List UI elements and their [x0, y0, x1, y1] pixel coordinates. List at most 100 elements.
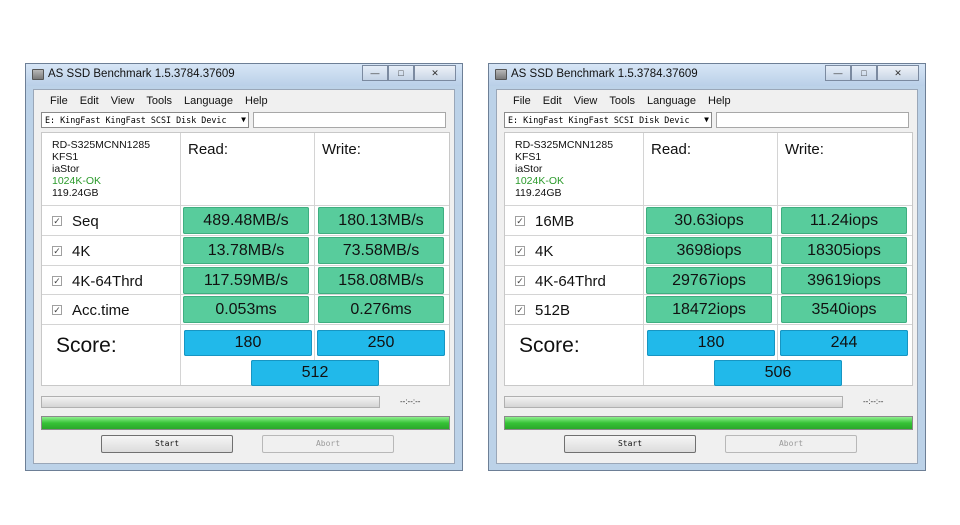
score-total: 512 [251, 360, 379, 386]
write-header: Write: [322, 141, 361, 158]
close-button[interactable]: ✕ [877, 65, 919, 81]
maximize-button[interactable]: □ [851, 65, 877, 81]
start-button[interactable]: Start [101, 435, 233, 453]
drive-capacity: 119.24GB [52, 187, 99, 199]
drive-capacity: 119.24GB [515, 187, 562, 199]
score-read: 180 [647, 330, 775, 356]
read-result: 13.78MB/s [183, 237, 309, 264]
drive-firmware: KFS1 [515, 151, 542, 163]
test-checkbox[interactable]: ✓ [52, 246, 62, 256]
test-name: 512B [535, 301, 571, 319]
score-read: 180 [184, 330, 312, 356]
minimize-button[interactable]: — [362, 65, 388, 81]
alignment-status: 1024K-OK [515, 175, 565, 187]
menu-edit[interactable]: Edit [537, 90, 568, 110]
read-result: 29767iops [646, 267, 772, 294]
drive-select-value: E: KingFast KingFast SCSI Disk Devic [508, 115, 690, 125]
app-icon [495, 69, 507, 80]
menu-language[interactable]: Language [641, 90, 702, 110]
drive-info: RD-S325MCNN1285 KFS1 iaStor 1024K-OK 119… [52, 139, 150, 199]
write-result: 11.24iops [781, 207, 907, 234]
menu-tools[interactable]: Tools [603, 90, 641, 110]
write-result: 3540iops [781, 296, 907, 323]
test-name: 16MB [535, 212, 575, 230]
menu-help[interactable]: Help [239, 90, 274, 110]
menu-file[interactable]: File [507, 90, 537, 110]
test-name: 4K-64Thrd [72, 272, 143, 290]
benchmark-window-1: AS SSD Benchmark 1.5.3784.37609 — □ ✕ Fi… [25, 63, 463, 471]
drive-model: RD-S325MCNN1285 [515, 139, 614, 151]
menu-language[interactable]: Language [178, 90, 239, 110]
abort-button[interactable]: Abort [262, 435, 394, 453]
drive-select[interactable]: E: KingFast KingFast SCSI Disk Devic ▼ [41, 112, 249, 128]
read-result: 18472iops [646, 296, 772, 323]
write-result: 18305iops [781, 237, 907, 264]
elapsed-time: --:--:-- [400, 397, 421, 406]
total-progress-fill [42, 417, 449, 429]
test-row-label: ✓ 512B [515, 297, 570, 323]
test-checkbox[interactable]: ✓ [515, 276, 525, 286]
window-client: File Edit View Tools Language Help E: Ki… [496, 89, 918, 464]
title-bar[interactable]: AS SSD Benchmark 1.5.3784.37609 — □ ✕ [26, 64, 462, 86]
test-checkbox[interactable]: ✓ [515, 305, 525, 315]
start-button[interactable]: Start [564, 435, 696, 453]
minimize-button[interactable]: — [825, 65, 851, 81]
results-grid: RD-S325MCNN1285 KFS1 iaStor 1024K-OK 119… [504, 132, 913, 386]
menu-tools[interactable]: Tools [140, 90, 178, 110]
test-row-label: ✓ 16MB [515, 208, 574, 234]
test-row-label: ✓ Acc.time [52, 297, 130, 323]
test-name: 4K [72, 242, 91, 260]
read-header: Read: [651, 141, 692, 158]
test-checkbox[interactable]: ✓ [52, 305, 62, 315]
chevron-down-icon: ▼ [704, 115, 709, 124]
benchmark-window-2: AS SSD Benchmark 1.5.3784.37609 — □ ✕ Fi… [488, 63, 926, 471]
status-field [716, 112, 909, 128]
drive-driver: iaStor [52, 163, 80, 175]
drive-info: RD-S325MCNN1285 KFS1 iaStor 1024K-OK 119… [515, 139, 613, 199]
menu-view[interactable]: View [568, 90, 604, 110]
write-header: Write: [785, 141, 824, 158]
total-progress-bar [504, 416, 913, 430]
score-label: Score: [519, 334, 580, 357]
read-result: 0.053ms [183, 296, 309, 323]
score-label: Score: [56, 334, 117, 357]
status-field [253, 112, 446, 128]
total-progress-bar [41, 416, 450, 430]
abort-button[interactable]: Abort [725, 435, 857, 453]
read-header: Read: [188, 141, 229, 158]
test-row-label: ✓ 4K-64Thrd [52, 268, 143, 294]
menu-bar: File Edit View Tools Language Help [34, 90, 454, 110]
write-result: 0.276ms [318, 296, 444, 323]
test-name: 4K-64Thrd [535, 272, 606, 290]
read-result: 30.63iops [646, 207, 772, 234]
drive-select[interactable]: E: KingFast KingFast SCSI Disk Devic ▼ [504, 112, 712, 128]
read-result: 3698iops [646, 237, 772, 264]
score-write: 250 [317, 330, 445, 356]
menu-bar: File Edit View Tools Language Help [497, 90, 917, 110]
alignment-status: 1024K-OK [52, 175, 102, 187]
test-checkbox[interactable]: ✓ [52, 276, 62, 286]
test-checkbox[interactable]: ✓ [52, 216, 62, 226]
maximize-button[interactable]: □ [388, 65, 414, 81]
total-progress-fill [505, 417, 912, 429]
test-name: 4K [535, 242, 554, 260]
test-checkbox[interactable]: ✓ [515, 246, 525, 256]
test-progress-bar [41, 396, 380, 408]
score-write: 244 [780, 330, 908, 356]
app-icon [32, 69, 44, 80]
write-result: 73.58MB/s [318, 237, 444, 264]
drive-firmware: KFS1 [52, 151, 79, 163]
read-result: 117.59MB/s [183, 267, 309, 294]
menu-help[interactable]: Help [702, 90, 737, 110]
drive-model: RD-S325MCNN1285 [52, 139, 151, 151]
window-title: AS SSD Benchmark 1.5.3784.37609 [511, 68, 698, 80]
menu-view[interactable]: View [105, 90, 141, 110]
write-result: 39619iops [781, 267, 907, 294]
close-button[interactable]: ✕ [414, 65, 456, 81]
title-bar[interactable]: AS SSD Benchmark 1.5.3784.37609 — □ ✕ [489, 64, 925, 86]
write-result: 158.08MB/s [318, 267, 444, 294]
menu-edit[interactable]: Edit [74, 90, 105, 110]
test-checkbox[interactable]: ✓ [515, 216, 525, 226]
drive-select-value: E: KingFast KingFast SCSI Disk Devic [45, 115, 227, 125]
menu-file[interactable]: File [44, 90, 74, 110]
